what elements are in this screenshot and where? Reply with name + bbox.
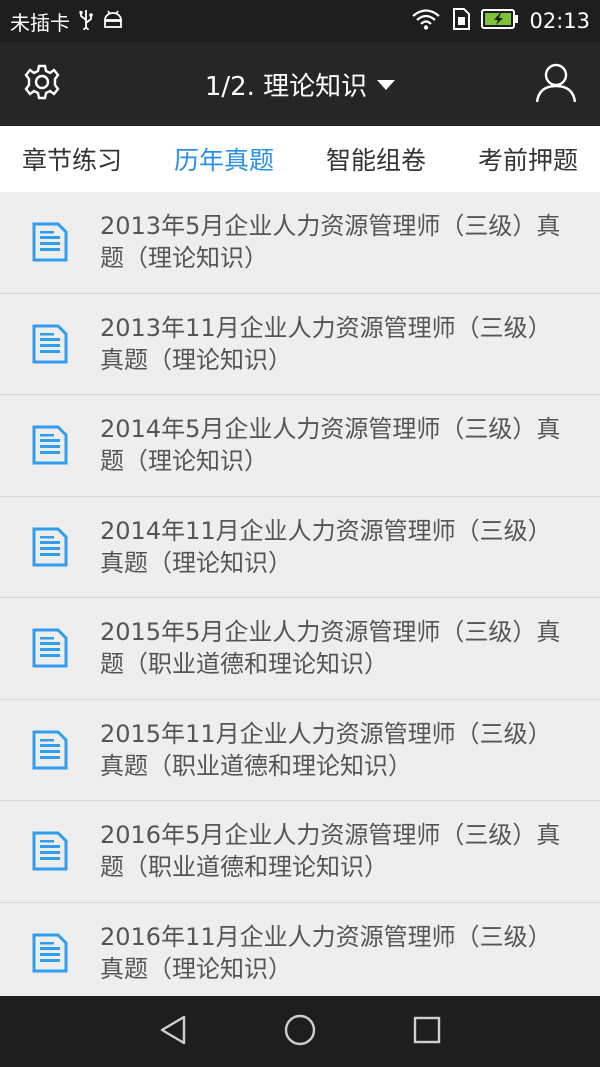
app-bar: 1/2. 理论知识 — [0, 42, 600, 126]
android-debug-icon — [102, 8, 124, 35]
list-item-title: 2016年11月企业人力资源管理师（三级）真题（理论知识） — [100, 922, 552, 983]
user-icon — [535, 61, 577, 107]
list-item-title: 2015年5月企业人力资源管理师（三级）真题（职业道德和理论知识） — [100, 618, 561, 679]
list-item[interactable]: 2015年5月企业人力资源管理师（三级）真题（职业道德和理论知识） — [0, 598, 600, 700]
tab-smart-paper[interactable]: 智能组卷 — [326, 141, 426, 177]
document-icon — [28, 423, 72, 467]
tab-chapter-practice[interactable]: 章节练习 — [22, 141, 122, 177]
tab-pre-exam-questions[interactable]: 考前押题 — [478, 141, 578, 177]
account-button[interactable] — [532, 60, 580, 108]
home-button[interactable] — [280, 1012, 320, 1052]
list-item-title: 2013年5月企业人力资源管理师（三级）真题（理论知识） — [100, 212, 561, 273]
chevron-down-icon — [377, 80, 396, 90]
gear-icon — [23, 63, 61, 105]
list-item[interactable]: 2014年5月企业人力资源管理师（三级）真题（理论知识） — [0, 395, 600, 497]
subject-selector[interactable]: 1/2. 理论知识 — [204, 66, 396, 103]
document-icon — [28, 322, 72, 366]
list-item[interactable]: 2016年11月企业人力资源管理师（三级）真题（理论知识） — [0, 903, 600, 997]
document-icon — [28, 525, 72, 569]
back-button[interactable] — [153, 1012, 193, 1052]
home-circle-icon — [283, 1013, 317, 1051]
back-triangle-icon — [158, 1014, 188, 1050]
list-item-title: 2013年11月企业人力资源管理师（三级）真题（理论知识） — [100, 313, 552, 374]
sim-icon — [451, 7, 471, 36]
list-item[interactable]: 2016年5月企业人力资源管理师（三级）真题（职业道德和理论知识） — [0, 801, 600, 903]
list-item-title: 2014年5月企业人力资源管理师（三级）真题（理论知识） — [100, 415, 561, 476]
document-icon — [28, 728, 72, 772]
system-nav-bar — [0, 996, 600, 1067]
status-left: 未插卡 — [10, 7, 124, 36]
status-right: 02:13 — [411, 7, 590, 36]
page-title: 1/2. 理论知识 — [204, 71, 368, 102]
list-item-title: 2016年5月企业人力资源管理师（三级）真题（职业道德和理论知识） — [100, 821, 561, 882]
document-icon — [28, 220, 72, 264]
document-icon — [28, 931, 72, 975]
tab-bar: 章节练习 历年真题 智能组卷 考前押题 — [0, 126, 600, 192]
document-icon — [28, 626, 72, 670]
list-item-title: 2015年11月企业人力资源管理师（三级）真题（职业道德和理论知识） — [100, 719, 552, 780]
document-icon — [28, 829, 72, 873]
clock: 02:13 — [529, 9, 590, 33]
recents-button[interactable] — [407, 1012, 447, 1052]
status-bar: 未插卡 02:13 — [0, 0, 600, 42]
tab-past-exams[interactable]: 历年真题 — [174, 141, 274, 177]
list-item[interactable]: 2014年11月企业人力资源管理师（三级）真题（理论知识） — [0, 497, 600, 598]
list-item-title: 2014年11月企业人力资源管理师（三级）真题（理论知识） — [100, 516, 552, 577]
settings-button[interactable] — [20, 62, 64, 106]
carrier-text: 未插卡 — [10, 10, 70, 35]
exam-list: 2013年5月企业人力资源管理师（三级）真题（理论知识） 2013年11月企业人… — [0, 192, 600, 996]
recents-square-icon — [412, 1015, 442, 1049]
wifi-icon — [411, 8, 441, 35]
usb-icon — [78, 8, 94, 35]
battery-charging-icon — [481, 8, 519, 35]
list-item[interactable]: 2015年11月企业人力资源管理师（三级）真题（职业道德和理论知识） — [0, 700, 600, 801]
list-item[interactable]: 2013年5月企业人力资源管理师（三级）真题（理论知识） — [0, 192, 600, 294]
list-item[interactable]: 2013年11月企业人力资源管理师（三级）真题（理论知识） — [0, 294, 600, 395]
